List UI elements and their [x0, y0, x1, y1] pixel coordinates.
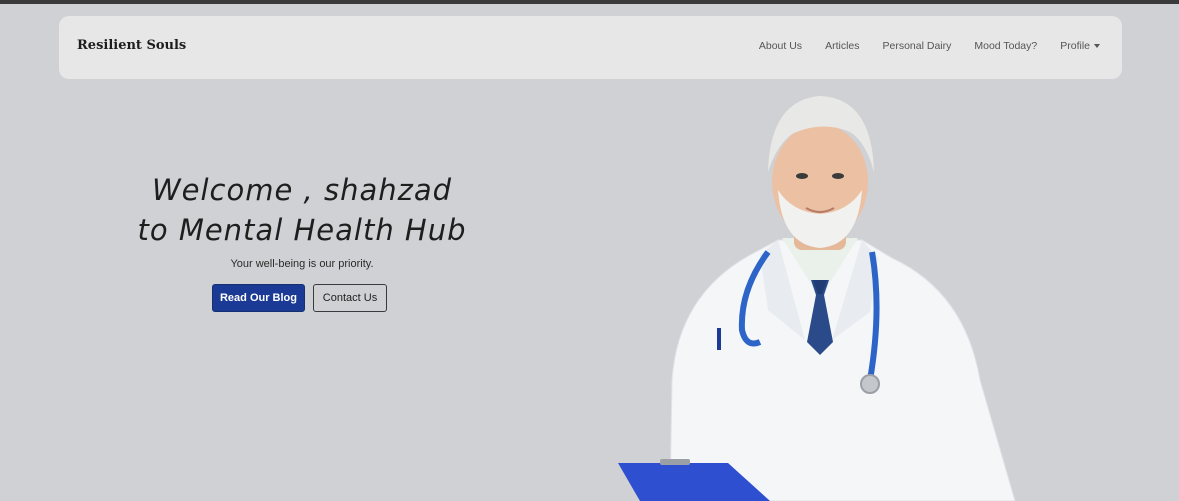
nav-profile-dropdown[interactable]: Profile: [1060, 40, 1100, 52]
nav-articles[interactable]: Articles: [825, 40, 859, 52]
hero-title-line-2: to Mental Health Hub: [137, 213, 467, 247]
read-our-blog-button[interactable]: Read Our Blog: [212, 284, 305, 312]
nav-links: About Us Articles Personal Dairy Mood To…: [759, 40, 1100, 52]
caret-down-icon: [1094, 44, 1100, 49]
hero-title-line-1: Welcome , shahzad: [151, 173, 453, 207]
browser-top-edge: [0, 0, 1179, 4]
contact-us-button[interactable]: Contact Us: [313, 284, 387, 312]
navbar: Resilient Souls About Us Articles Person…: [59, 16, 1122, 79]
hero-subtitle: Your well-being is our priority.: [230, 258, 374, 270]
brand-logo-text[interactable]: Resilient Souls: [77, 38, 186, 53]
nav-mood-today[interactable]: Mood Today?: [974, 40, 1037, 52]
nav-about-us[interactable]: About Us: [759, 40, 802, 52]
nav-personal-dairy[interactable]: Personal Dairy: [883, 40, 952, 52]
nav-profile-label: Profile: [1060, 40, 1090, 52]
hero-title: Welcome , shahzad to Mental Health Hub: [120, 170, 484, 250]
doctor-image: [618, 96, 1016, 501]
